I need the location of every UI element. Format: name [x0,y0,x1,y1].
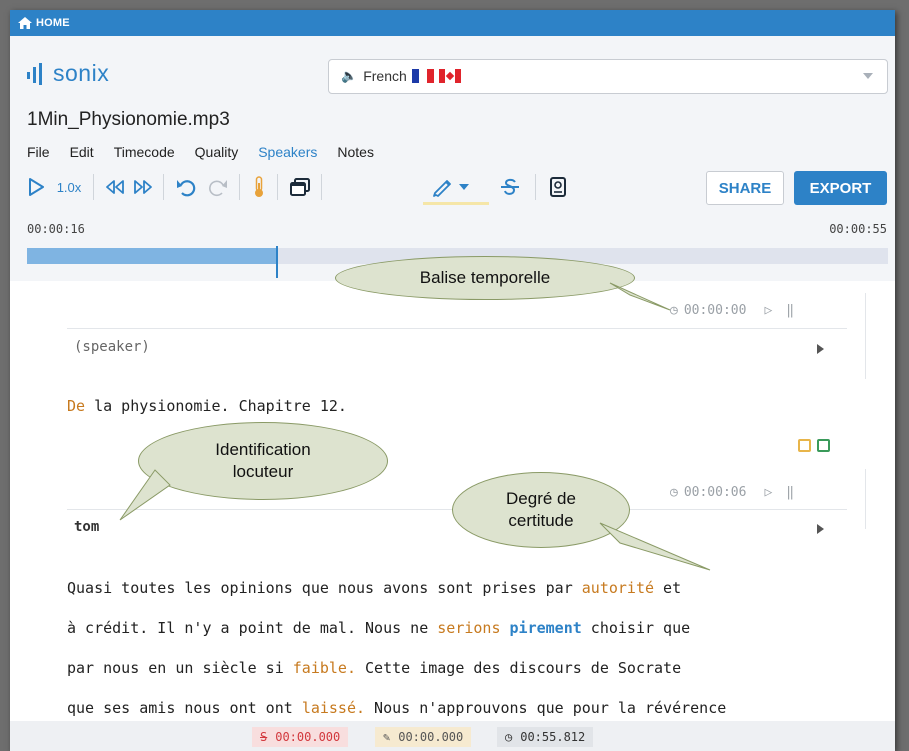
highlight-time-chip: ✎ 00:00.000 [375,727,472,747]
duration-chip: ◷ 00:55.812 [497,727,594,747]
total-time: 00:00:55 [829,222,887,236]
play-block-icon[interactable]: ▷ [764,485,772,500]
clock-icon: ◷ [505,730,513,744]
status-footer: S 00:00.000 ✎ 00:00.000 ◷ 00:55.812 [10,721,895,751]
transcript-line[interactable]: que ses amis nous ont ont laissé. Nous n… [67,699,726,717]
caret-right-icon[interactable] [817,344,824,354]
menu-edit[interactable]: Edit [70,144,94,160]
pause-block-icon[interactable]: ‖ [786,303,794,318]
balloon-tail [609,282,671,311]
speaker-icon: 🔈 [341,68,358,83]
editor-header: sonix 🔈 French 1Min_Physionomie.mp3 File… [10,36,895,281]
toolbar-divider [239,174,240,200]
strikethrough-icon[interactable] [497,170,523,204]
transcript-line[interactable]: par nous en un siècle si faible. Cette i… [67,659,681,677]
toolbar-divider [535,174,536,200]
duration-time: 00:55.812 [520,730,586,744]
transcript-text[interactable]: la physionomie. Chapitre 12. [85,397,347,415]
file-name: 1Min_Physionomie.mp3 [27,109,230,130]
home-bar[interactable]: HOME [10,10,895,36]
speaker-label[interactable]: tom [74,519,99,535]
speaker-label[interactable]: (speaker) [74,339,150,355]
toolbar-divider [277,174,278,200]
canada-flag-icon [438,69,461,83]
highlight-color-bar [423,202,489,205]
redo-icon[interactable] [205,170,231,204]
caret-right-icon[interactable] [817,524,824,534]
toolbar-divider [163,174,164,200]
block-divider [865,469,866,529]
fast-forward-icon[interactable] [131,170,155,204]
balloon-tail [599,522,711,571]
clock-icon: ◷ [670,485,678,500]
toolbar-divider [93,174,94,200]
highlight-dropdown-icon[interactable] [457,170,471,204]
transcript-line[interactable]: Quasi toutes les opinions que nous avons… [67,579,681,597]
current-time: 00:00:16 [27,222,85,236]
menu-speakers[interactable]: Speakers [258,144,317,160]
checkbox-icon[interactable] [817,439,830,452]
progress-fill [27,248,277,264]
speed-button[interactable]: 1.0x [51,170,87,204]
timestamp-row: ◷ 00:00:00 ▷ ‖ [670,303,794,318]
language-label: French [363,68,407,84]
timestamp-row: ◷ 00:00:06 ▷ ‖ [670,485,794,500]
home-link[interactable]: HOME [36,17,70,29]
home-icon [18,17,32,29]
strikethrough-icon: S [260,730,268,744]
balloon-text: locuteur [232,462,294,481]
logo-text: sonix [53,60,110,86]
balloon-text: certitude [508,511,574,530]
balloon-text: Balise temporelle [419,268,551,287]
speed-label: 1.0x [56,179,82,195]
note-icon[interactable] [798,439,811,452]
menu-quality[interactable]: Quality [195,144,239,160]
menu-file[interactable]: File [27,144,50,160]
sonix-logo[interactable]: sonix [27,60,109,87]
highlight-pen-icon: ✎ [383,730,391,744]
block-timestamp[interactable]: 00:00:00 [684,303,747,318]
block-timestamp[interactable]: 00:00:06 [684,485,747,500]
toolbar-divider [321,174,322,200]
transcript-line[interactable]: à crédit. Il n'y a point de mal. Nous ne… [67,619,690,637]
play-block-icon[interactable]: ▷ [764,303,772,318]
menu-notes[interactable]: Notes [337,144,374,160]
language-select[interactable]: 🔈 French [328,59,888,94]
menu-bar: File Edit Timecode Quality Speakers Note… [27,144,394,160]
strikethrough-time-chip: S 00:00.000 [252,727,349,747]
balloon-text: Identification [215,440,311,459]
confidence-thermometer-icon[interactable] [249,170,269,204]
uncertain-word[interactable]: De [67,397,85,415]
block-divider [865,293,866,379]
balloon-text: Degré de [506,489,576,508]
play-icon[interactable] [25,170,47,204]
annotation-balloon-timestamp: Balise temporelle [335,256,635,300]
menu-timecode[interactable]: Timecode [114,144,175,160]
speaker-rule [67,328,847,329]
chevron-down-icon [863,73,873,79]
balloon-tail [119,469,171,521]
windows-icon[interactable] [287,170,313,204]
notebook-icon[interactable] [545,170,571,204]
share-button[interactable]: SHARE [706,171,784,205]
playhead[interactable] [275,246,278,278]
strike-time: 00:00.000 [275,730,341,744]
undo-icon[interactable] [173,170,199,204]
waveform-logo-icon [27,62,42,85]
export-button[interactable]: EXPORT [794,171,887,205]
france-flag-icon [411,69,434,83]
rewind-icon[interactable] [103,170,127,204]
highlight-pen-icon[interactable] [429,170,457,204]
app-window: HOME sonix 🔈 French 1Min_Physionomie.mp3… [10,10,895,751]
highlight-time: 00:00.000 [398,730,464,744]
pause-block-icon[interactable]: ‖ [786,485,794,500]
transcript-line[interactable]: De la physionomie. Chapitre 12. [67,397,347,415]
